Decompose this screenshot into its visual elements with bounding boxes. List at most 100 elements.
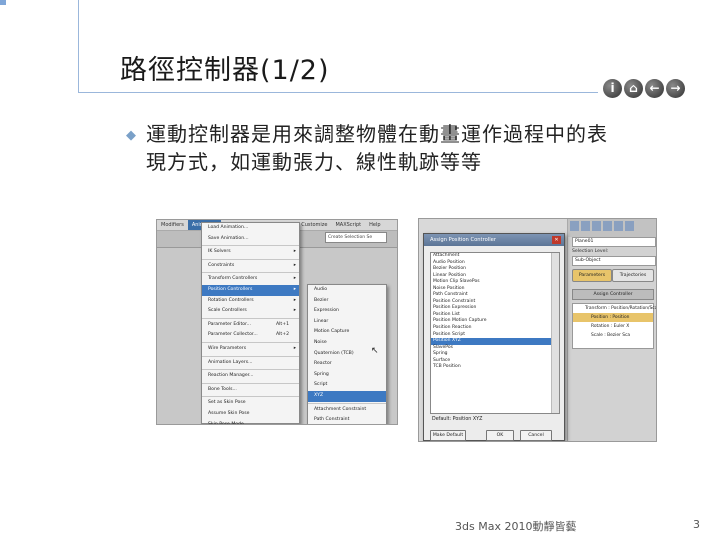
menu-item-label: IK Solvers xyxy=(208,249,231,255)
menu-item-label: Script xyxy=(314,382,328,388)
create-tab-icon[interactable] xyxy=(570,221,579,231)
ok-button[interactable]: OK xyxy=(486,430,514,441)
submenu-arrow-icon: ▸ xyxy=(293,262,296,268)
tree-item[interactable]: Rotation : Euler X xyxy=(573,322,653,331)
submenu-item[interactable]: XYZ xyxy=(308,390,386,402)
menu-item[interactable]: Transform Controllers ▸ xyxy=(202,274,299,285)
menu-separator xyxy=(202,272,299,274)
submenu-item[interactable]: Audio xyxy=(308,285,386,296)
menu-item[interactable]: Parameter Collector... Alt+2 xyxy=(202,330,299,341)
menu-item-label: Audio xyxy=(314,287,328,292)
tree-item[interactable]: Position : Position xyxy=(573,313,653,322)
menu-item-label: Scale Controllers xyxy=(208,308,247,314)
menu-item[interactable]: Save Animation... xyxy=(202,234,299,245)
submenu-item[interactable]: Expression xyxy=(308,306,386,317)
animation-menu: Load Animation... Save Animation... IK Sol… xyxy=(201,222,300,424)
menu-item-label: Motion Capture xyxy=(314,329,350,335)
close-icon[interactable]: ✕ xyxy=(552,236,561,244)
menu-item-label: Parameter Editor... xyxy=(208,321,251,327)
display-tab-icon[interactable] xyxy=(614,221,623,231)
menubar-item[interactable]: Modifiers xyxy=(157,220,188,230)
submenu-item[interactable]: Reactor xyxy=(308,359,386,370)
make-default-button[interactable]: Make Default xyxy=(430,430,466,441)
selection-level-select[interactable]: Sub-Object xyxy=(572,256,656,266)
slide-nav: i ⌂ ← → xyxy=(603,79,685,98)
page-number: 3 xyxy=(693,518,700,531)
submenu-item[interactable]: Script xyxy=(308,380,386,391)
menu-item[interactable]: Bone Tools... xyxy=(202,385,299,396)
menu-separator xyxy=(202,369,299,371)
menu-item[interactable]: IK Solvers ▸ xyxy=(202,247,299,258)
menu-item[interactable]: Set as Skin Pose xyxy=(202,398,299,409)
menu-item-label: Parameter Collector... xyxy=(208,332,258,338)
hierarchy-tab-icon[interactable] xyxy=(592,221,601,231)
menu-item[interactable]: Wire Parameters ▸ xyxy=(202,344,299,355)
utilities-tab-icon[interactable] xyxy=(625,221,634,231)
menu-item-label: Wire Parameters xyxy=(208,345,247,351)
submenu-arrow-icon: ▸ xyxy=(293,286,296,292)
tree-item[interactable]: Scale : Bezier Sca xyxy=(573,331,653,340)
scrollbar[interactable] xyxy=(551,253,559,413)
menu-item-label: Animation Layers... xyxy=(208,359,253,365)
parameters-button[interactable]: Parameters xyxy=(572,269,612,282)
menu-shortcut: Alt+1 xyxy=(276,321,289,327)
home-icon[interactable]: ⌂ xyxy=(624,79,643,98)
forward-arrow-icon[interactable]: → xyxy=(666,79,685,98)
assign-position-controller-dialog: Assign Position Controller ✕ Attachment A… xyxy=(423,233,565,441)
menu-item[interactable]: Load Animation... xyxy=(202,223,299,234)
corner-accent xyxy=(0,0,6,5)
menubar-item[interactable]: MAXScript xyxy=(331,220,365,230)
screenshot-animation-menu: ModifiersAnimationGraph EditorsRendering… xyxy=(156,219,398,425)
object-name-field[interactable]: Plane01 xyxy=(572,237,656,247)
info-icon[interactable]: i xyxy=(603,79,622,98)
menu-item[interactable]: Rotation Controllers ▸ xyxy=(202,296,299,307)
submenu-arrow-icon: ▸ xyxy=(293,297,296,303)
menu-separator xyxy=(308,402,386,404)
menu-item[interactable]: Parameter Editor... Alt+1 xyxy=(202,320,299,331)
menu-item-label: Bezier xyxy=(314,297,329,303)
menu-item[interactable]: Skin Pose Mode xyxy=(202,420,299,425)
menu-separator xyxy=(202,341,299,343)
submenu-arrow-icon: ▸ xyxy=(293,308,296,314)
command-panel-tabs[interactable] xyxy=(568,219,656,237)
menu-item-label: Save Animation... xyxy=(208,235,249,241)
tree-item[interactable]: Transform : Position/Rotation/Scale xyxy=(573,304,656,313)
submenu-item[interactable]: Path Constraint xyxy=(308,415,386,424)
menu-item-label: Linear xyxy=(314,318,329,324)
menu-item[interactable]: Constraints ▸ xyxy=(202,261,299,272)
menu-separator xyxy=(202,245,299,247)
motion-tab-icon[interactable] xyxy=(603,221,612,231)
menu-item-label: XYZ xyxy=(314,392,324,398)
menu-item[interactable]: Assume Skin Pose xyxy=(202,409,299,420)
submenu-item[interactable]: Attachment Constraint xyxy=(308,405,386,416)
menu-item-label: Reaction Manager... xyxy=(208,373,254,379)
menu-item[interactable]: Animation Layers... xyxy=(202,358,299,369)
menu-item[interactable]: Scale Controllers ▸ xyxy=(202,306,299,317)
slide-title: 路徑控制器(1/2) xyxy=(120,55,330,86)
menu-item[interactable]: Position Controllers ▸ xyxy=(202,284,299,296)
submenu-item[interactable]: Spring xyxy=(308,370,386,381)
menu-item-label: Assume Skin Pose xyxy=(208,410,250,416)
submenu-arrow-icon: ▸ xyxy=(293,276,296,282)
submenu-item[interactable]: Motion Capture xyxy=(308,327,386,338)
menu-item[interactable]: Reaction Manager... xyxy=(202,371,299,382)
menu-item-label: Quaternion (TCB) xyxy=(314,350,354,356)
menubar-item[interactable]: Help xyxy=(365,220,384,230)
mouse-cursor-icon: ↖ xyxy=(516,440,524,441)
menu-item-label: Attachment Constraint xyxy=(314,406,367,412)
cancel-button[interactable]: Cancel xyxy=(520,430,552,441)
trajectories-button[interactable]: Trajectories xyxy=(612,269,654,282)
menubar-item[interactable]: Customize xyxy=(297,220,331,230)
assign-controller-rollout[interactable]: Assign Controller xyxy=(572,289,654,300)
back-arrow-icon[interactable]: ← xyxy=(645,79,664,98)
menu-item-label: Constraints xyxy=(208,262,235,268)
submenu-item[interactable]: Linear xyxy=(308,317,386,328)
menu-separator xyxy=(202,382,299,384)
selection-level-label: Selection Level: xyxy=(572,249,609,254)
modify-tab-icon[interactable] xyxy=(581,221,590,231)
menu-separator xyxy=(202,317,299,319)
selection-set-combo[interactable]: Create Selection Se xyxy=(325,232,387,243)
controller-list-item[interactable]: TCB Position xyxy=(431,364,559,371)
controller-list: Attachment Audio Position Bezier Position L… xyxy=(430,252,560,414)
submenu-item[interactable]: Bezier xyxy=(308,296,386,307)
